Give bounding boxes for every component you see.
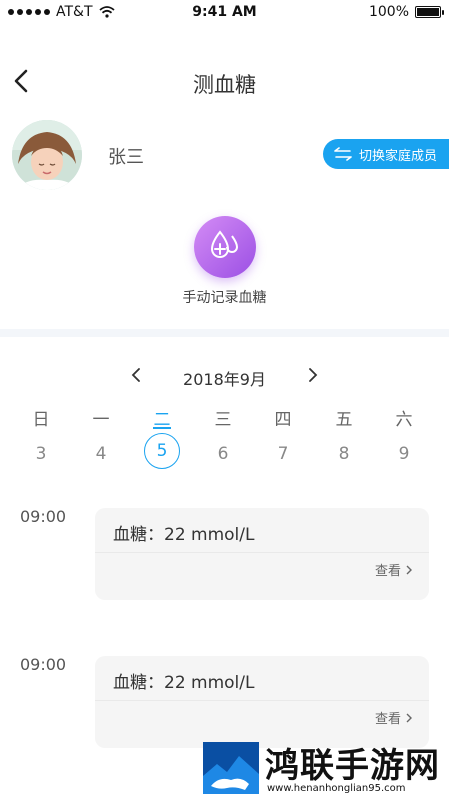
status-bar: AT&T 9:41 AM 100% [0,0,449,24]
switch-member-button[interactable]: 切换家庭成员 [323,139,449,169]
section-divider [0,329,449,337]
battery-icon [415,6,444,18]
manual-record-button[interactable] [194,216,256,278]
date-cell[interactable]: 4 [81,441,121,467]
status-right: 100% [368,4,444,20]
record-card[interactable]: 血糖：22 mmol/L 查看 [95,656,429,748]
weekday-thu: 四 [274,410,292,430]
watermark-text: 鸿联手游网 [265,746,440,786]
weekday-wed: 三 [214,410,232,430]
manual-record-label: 手动记录血糖 [182,290,267,306]
child-avatar-icon [12,120,82,190]
card-divider [95,552,429,553]
record-time: 09:00 [20,507,67,526]
view-link[interactable]: 查看 [375,708,413,727]
record-value: 血糖：22 mmol/L [113,525,255,545]
view-label: 查看 [374,712,401,727]
swap-arrows-icon [334,147,352,161]
watermark-url: www.henanhonglian95.com [267,783,406,794]
date-cell[interactable]: 9 [384,441,424,467]
record-value: 血糖：22 mmol/L [113,673,255,693]
weekday-mon: 一 [92,410,110,430]
chevron-right-icon [406,565,412,574]
selected-weekday-indicator [153,427,171,429]
avatar[interactable] [12,120,82,190]
blood-drop-icon [210,230,239,258]
date-cell[interactable]: 6 [203,441,243,467]
battery-percent: 100% [368,4,409,20]
page-title: 测血糖 [193,73,256,97]
weekday-fri: 五 [335,410,353,430]
month-label: 2018年9月 [183,370,266,389]
record-card[interactable]: 血糖：22 mmol/L 查看 [95,508,429,600]
date-cell[interactable]: 3 [21,441,61,467]
switch-member-label: 切换家庭成员 [359,148,438,164]
weekday-sat: 六 [395,410,413,430]
user-name: 张三 [108,147,144,168]
view-link[interactable]: 查看 [375,560,413,579]
watermark-logo-icon [203,742,259,794]
view-label: 查看 [374,564,401,579]
date-cell[interactable]: 7 [263,441,303,467]
next-month-icon[interactable] [305,364,321,386]
date-cell[interactable]: 8 [324,441,364,467]
card-divider [95,700,429,701]
chevron-right-icon [406,713,412,722]
weekday-sun: 日 [32,410,50,430]
record-time: 09:00 [20,655,67,674]
date-cell-selected[interactable]: 5 [144,433,180,469]
